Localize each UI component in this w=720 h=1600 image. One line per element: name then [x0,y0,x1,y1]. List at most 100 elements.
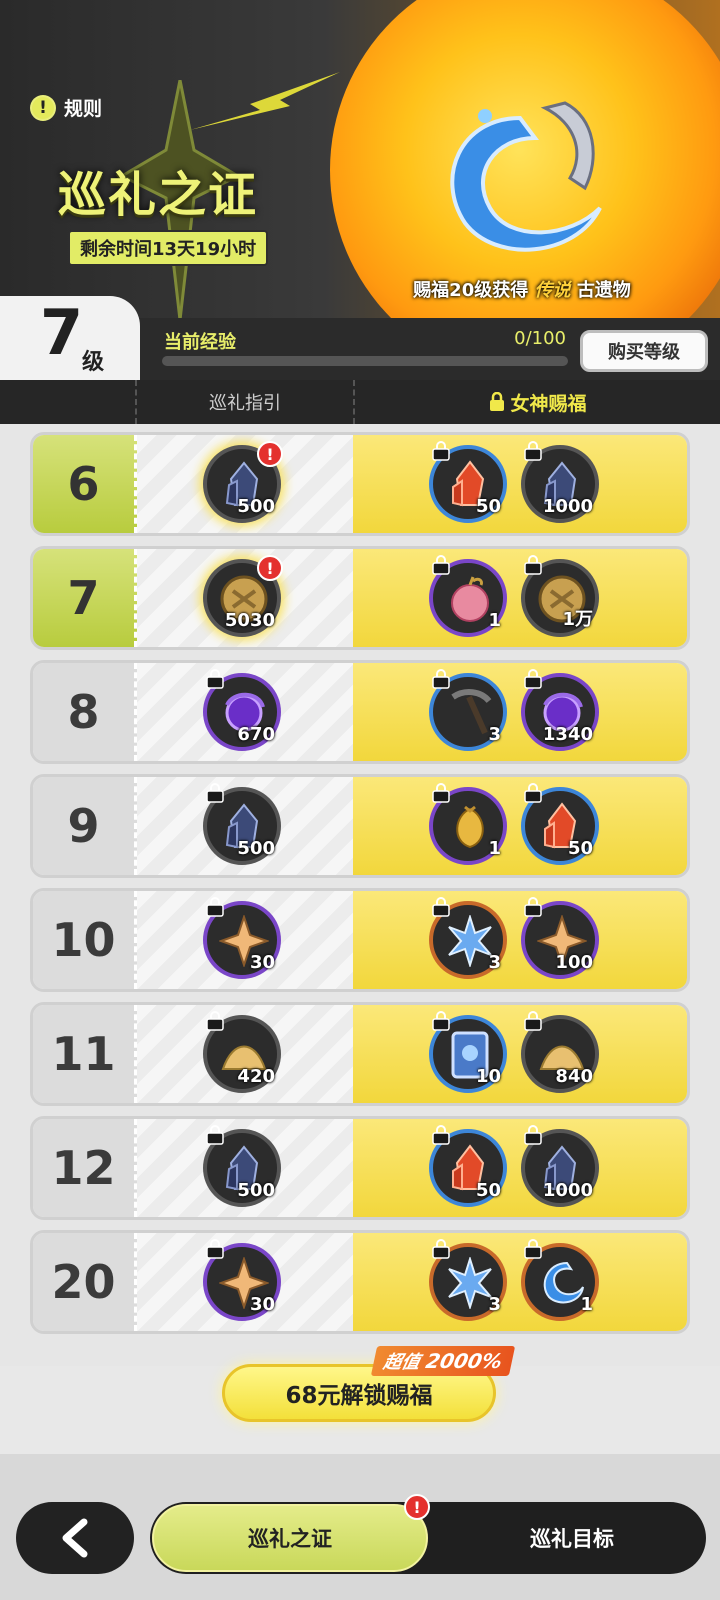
reward-quantity: 1340 [542,724,593,745]
reward-item[interactable]: 500 [203,1125,281,1207]
reward-quantity: 420 [237,1066,275,1087]
rules-button[interactable]: ! 规则 [30,94,102,121]
reward-item[interactable]: 100 [521,897,599,979]
lock-icon [432,1239,450,1259]
reward-item[interactable]: 10 [429,1011,507,1093]
reward-item[interactable]: 5030! [203,555,283,637]
lock-icon [432,669,450,689]
reward-quantity: 50 [567,838,593,859]
free-reward-cell: 670 [137,663,353,761]
reward-row: 7 5030! 1 1万 [30,546,690,650]
reward-item[interactable]: 30 [203,1239,281,1321]
row-level: 20 [33,1233,137,1331]
lock-icon [432,441,450,461]
free-reward-cell: 420 [137,1005,353,1103]
relic-caption: 赐福20级获得 传说 古遗物 [413,280,631,301]
reward-item[interactable]: 30 [203,897,281,979]
reward-quantity: 670 [237,724,275,745]
lock-icon [524,1239,542,1259]
paid-reward-cell: 1 50 [353,777,687,875]
reward-quantity: 3 [488,724,501,745]
reward-item[interactable]: 1 [429,783,507,865]
tab-goals[interactable]: 巡礼目标 [438,1502,706,1574]
chevron-left-icon [62,1518,88,1558]
lock-icon [524,783,542,803]
reward-row: 8 670 3 1340 [30,660,690,764]
reward-item[interactable]: 1万 [521,555,599,637]
reward-row: 20 30 3 1 [30,1230,690,1334]
reward-quantity: 50 [475,1180,501,1201]
reward-quantity: 30 [249,952,275,973]
lock-icon [206,1125,224,1145]
row-level: 9 [33,777,137,875]
paid-reward-cell: 31 [353,1233,687,1331]
level-unit: 级 [82,350,105,375]
reward-quantity: 1000 [542,1180,593,1201]
lock-icon [206,669,224,689]
reward-quantity: 1000 [542,496,593,517]
reward-quantity: 100 [555,952,593,973]
reward-item[interactable]: 50 [429,1125,507,1207]
paid-reward-cell: 10 840 [353,1005,687,1103]
lock-icon [206,1239,224,1259]
reward-row: 11 420 10 840 [30,1002,690,1106]
reward-item[interactable]: 50 [521,783,599,865]
relic-water-blade-icon [450,101,602,252]
column-paid[interactable]: 女神赐福 [355,380,720,424]
lock-icon [432,783,450,803]
lock-icon [490,392,505,411]
reward-quantity: 500 [237,496,275,517]
reward-list[interactable]: 6 500! 50 1000 7 5030! 1 1万 8 670 3 1340 9 500 1 50 10 30… [0,424,720,1366]
reward-quantity: 30 [249,1294,275,1315]
level-number: 7 [40,296,84,369]
tab-alert-badge: ! [404,1494,430,1520]
reward-item[interactable]: 500! [203,441,283,523]
reward-item[interactable]: 3 [429,897,507,979]
lock-icon [432,555,450,575]
back-button[interactable] [16,1502,134,1574]
column-free: 巡礼指引 [135,380,355,424]
reward-quantity: 3 [488,1294,501,1315]
reward-quantity: 10 [475,1066,501,1087]
paid-reward-cell: 1 1万 [353,549,687,647]
reward-item[interactable]: 1000 [521,1125,599,1207]
reward-quantity: 1万 [562,609,593,630]
reward-item[interactable]: 1340 [521,669,599,751]
row-level: 10 [33,891,137,989]
lock-icon [524,555,542,575]
reward-item[interactable]: 500 [203,783,281,865]
buy-level-button[interactable]: 购买等级 [580,330,708,372]
exp-label: 当前经验 [164,332,236,353]
reward-quantity: 840 [555,1066,593,1087]
free-reward-cell: 30 [137,1233,353,1331]
lock-icon [206,1011,224,1031]
lock-icon [524,441,542,461]
lock-icon [432,897,450,917]
reward-row: 6 500! 50 1000 [30,432,690,536]
reward-item[interactable]: 1 [521,1239,599,1321]
tab-pass[interactable]: 巡礼之证 [152,1504,428,1572]
lock-icon [524,1125,542,1145]
lock-icon [524,897,542,917]
free-reward-cell: 30 [137,891,353,989]
reward-quantity: 1 [488,838,501,859]
exclamation-icon: ! [30,94,56,121]
reward-quantity: 50 [475,496,501,517]
reward-item[interactable]: 840 [521,1011,599,1093]
column-header: 巡礼指引 女神赐福 [0,380,720,424]
lock-icon [524,1011,542,1031]
row-level: 7 [33,549,137,647]
paid-reward-cell: 50 1000 [353,435,687,533]
reward-row: 12 500 50 1000 [30,1116,690,1220]
value-badge: 超值 2000% [370,1346,516,1376]
reward-quantity: 500 [237,838,275,859]
reward-quantity: 5030 [224,610,275,631]
alert-badge: ! [257,441,283,467]
reward-item[interactable]: 1 [429,555,507,637]
reward-item[interactable]: 3 [429,1239,507,1321]
reward-item[interactable]: 50 [429,441,507,523]
reward-item[interactable]: 1000 [521,441,599,523]
reward-item[interactable]: 670 [203,669,281,751]
reward-item[interactable]: 3 [429,669,507,751]
reward-item[interactable]: 420 [203,1011,281,1093]
